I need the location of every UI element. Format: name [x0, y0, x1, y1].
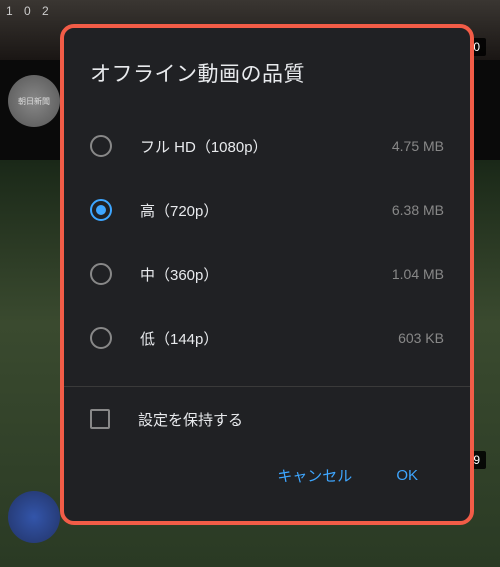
option-360p[interactable]: 中（360p） 1.04 MB: [90, 242, 444, 306]
option-size: 1.04 MB: [392, 266, 444, 282]
dialog-actions: キャンセル OK: [90, 451, 444, 494]
option-label: 高（720p）: [140, 200, 392, 221]
option-label: 中（360p）: [140, 264, 392, 285]
option-size: 603 KB: [398, 330, 444, 346]
option-size: 4.75 MB: [392, 138, 444, 154]
bg-tag: 1 0 2: [6, 4, 53, 18]
option-label: フル HD（1080p）: [140, 136, 392, 157]
cancel-button[interactable]: キャンセル: [277, 465, 352, 486]
save-settings-row[interactable]: 設定を保持する: [90, 387, 444, 451]
quality-dialog: オフライン動画の品質 フル HD（1080p） 4.75 MB 高（720p） …: [60, 24, 474, 525]
checkbox-icon: [90, 409, 110, 429]
option-label: 低（144p）: [140, 328, 398, 349]
radio-icon: [90, 327, 112, 349]
quality-options: フル HD（1080p） 4.75 MB 高（720p） 6.38 MB 中（3…: [90, 114, 444, 370]
option-1080p[interactable]: フル HD（1080p） 4.75 MB: [90, 114, 444, 178]
option-720p[interactable]: 高（720p） 6.38 MB: [90, 178, 444, 242]
radio-icon: [90, 263, 112, 285]
dialog-title: オフライン動画の品質: [90, 58, 444, 88]
radio-icon: [90, 135, 112, 157]
save-label: 設定を保持する: [138, 409, 243, 430]
channel-avatar: [8, 491, 60, 543]
radio-icon: [90, 199, 112, 221]
option-144p[interactable]: 低（144p） 603 KB: [90, 306, 444, 370]
channel-avatar: 朝日新聞: [8, 75, 60, 127]
option-size: 6.38 MB: [392, 202, 444, 218]
ok-button[interactable]: OK: [396, 465, 418, 486]
